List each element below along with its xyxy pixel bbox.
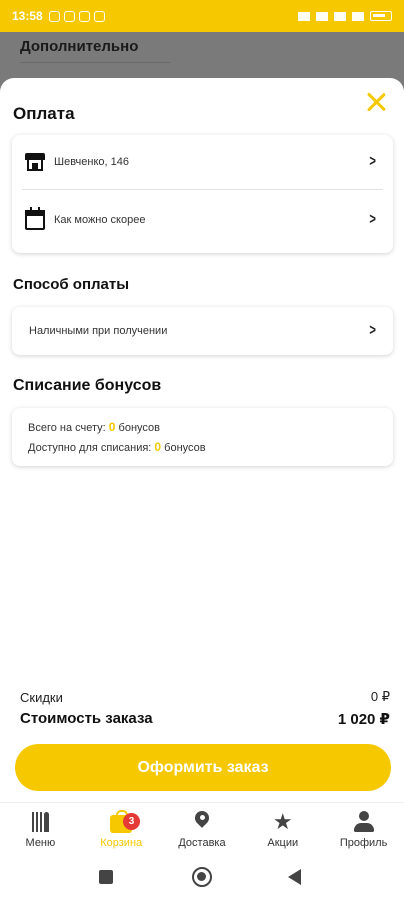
bluetooth-icon — [298, 11, 310, 21]
back-icon[interactable] — [288, 869, 301, 885]
tab-menu[interactable]: Меню — [0, 803, 81, 854]
app-notification-icon — [63, 10, 75, 22]
discount-value: 0 ₽ — [370, 689, 390, 704]
alarm-icon — [48, 10, 60, 22]
address-label: Шевченко, 146 — [54, 156, 129, 168]
chevron-right-icon: > — [369, 211, 376, 228]
payment-method-label: Наличными при получении — [29, 325, 168, 337]
tab-label: Акции — [267, 837, 299, 849]
background-title: Дополнительно — [20, 38, 139, 55]
section-title-payment-method: Способ оплаты — [13, 276, 130, 293]
user-icon — [353, 811, 375, 833]
bonus-total-value: 0 — [108, 420, 116, 434]
app-notification-icon — [78, 10, 90, 22]
battery-icon — [370, 11, 392, 21]
tab-label: Доставка — [178, 837, 226, 849]
system-icons — [298, 11, 392, 21]
time-label: Как можно скорее — [54, 214, 146, 226]
total-row: Стоимость заказа 1 020 ₽ — [20, 710, 390, 728]
notification-icons — [48, 10, 105, 22]
address-row[interactable]: Шевченко, 146 > — [12, 135, 393, 189]
signal-icon — [316, 11, 328, 21]
tab-cart[interactable]: Корзина — [81, 803, 162, 854]
section-title-payment: Оплата — [13, 104, 75, 123]
tab-promotions[interactable]: ★ Акции — [242, 803, 323, 854]
cart-count-badge: 3 — [123, 813, 140, 830]
bonus-available-unit: бонусов — [164, 442, 206, 454]
bonus-available-label: Доступно для списания: — [28, 442, 152, 454]
payment-method-card[interactable]: Наличными при получении > — [12, 307, 393, 355]
tab-delivery[interactable]: Доставка — [162, 803, 243, 854]
tab-label: Профиль — [339, 837, 388, 849]
bonus-total-label: Всего на счету: — [28, 422, 106, 434]
background-divider — [20, 62, 170, 63]
time-row[interactable]: Как можно скорее > — [12, 189, 393, 251]
star-icon: ★ — [272, 809, 293, 834]
store-icon — [25, 153, 45, 171]
status-bar: 13:58 — [0, 0, 404, 32]
bonus-total-line: Всего на счету: 0 бонусов — [28, 420, 160, 434]
tab-profile[interactable]: Профиль — [323, 803, 404, 854]
payment-method-row[interactable]: Наличными при получении > — [12, 307, 393, 355]
status-time: 13:58 — [12, 9, 43, 23]
home-icon[interactable] — [192, 867, 212, 887]
location-pin-icon — [191, 811, 213, 833]
signal-icon — [334, 11, 346, 21]
discount-row: Скидки 0 ₽ — [20, 689, 390, 707]
discount-label: Скидки — [20, 690, 63, 705]
payment-sheet: Оплата Шевченко, 146 > Как можно скорее … — [0, 78, 404, 802]
chevron-right-icon: > — [369, 322, 376, 339]
delivery-details-card: Шевченко, 146 > Как можно скорее > — [12, 135, 393, 253]
fork-knife-icon — [29, 811, 51, 833]
bonus-available-value: 0 — [154, 440, 162, 454]
bonus-total-unit: бонусов — [118, 422, 161, 434]
total-label: Стоимость заказа — [20, 710, 153, 727]
tab-label: Меню — [25, 837, 56, 849]
system-nav-bar — [0, 854, 404, 900]
wifi-icon — [352, 11, 364, 21]
total-value: 1 020 ₽ — [337, 711, 390, 728]
bonus-available-line: Доступно для списания: 0 бонусов — [28, 440, 206, 454]
close-icon[interactable] — [364, 90, 388, 114]
section-title-bonus: Списание бонусов — [13, 377, 162, 394]
tab-label: Корзина — [100, 837, 143, 849]
app-notification-icon — [93, 10, 105, 22]
bottom-tab-bar: Меню Корзина Доставка ★ Акции Профиль 3 — [0, 802, 404, 854]
bonus-card: Всего на счету: 0 бонусов Доступно для с… — [12, 408, 393, 466]
place-order-button[interactable]: Оформить заказ — [15, 744, 391, 791]
recent-apps-icon[interactable] — [99, 870, 113, 884]
calendar-icon — [25, 207, 45, 230]
chevron-right-icon: > — [369, 153, 376, 170]
